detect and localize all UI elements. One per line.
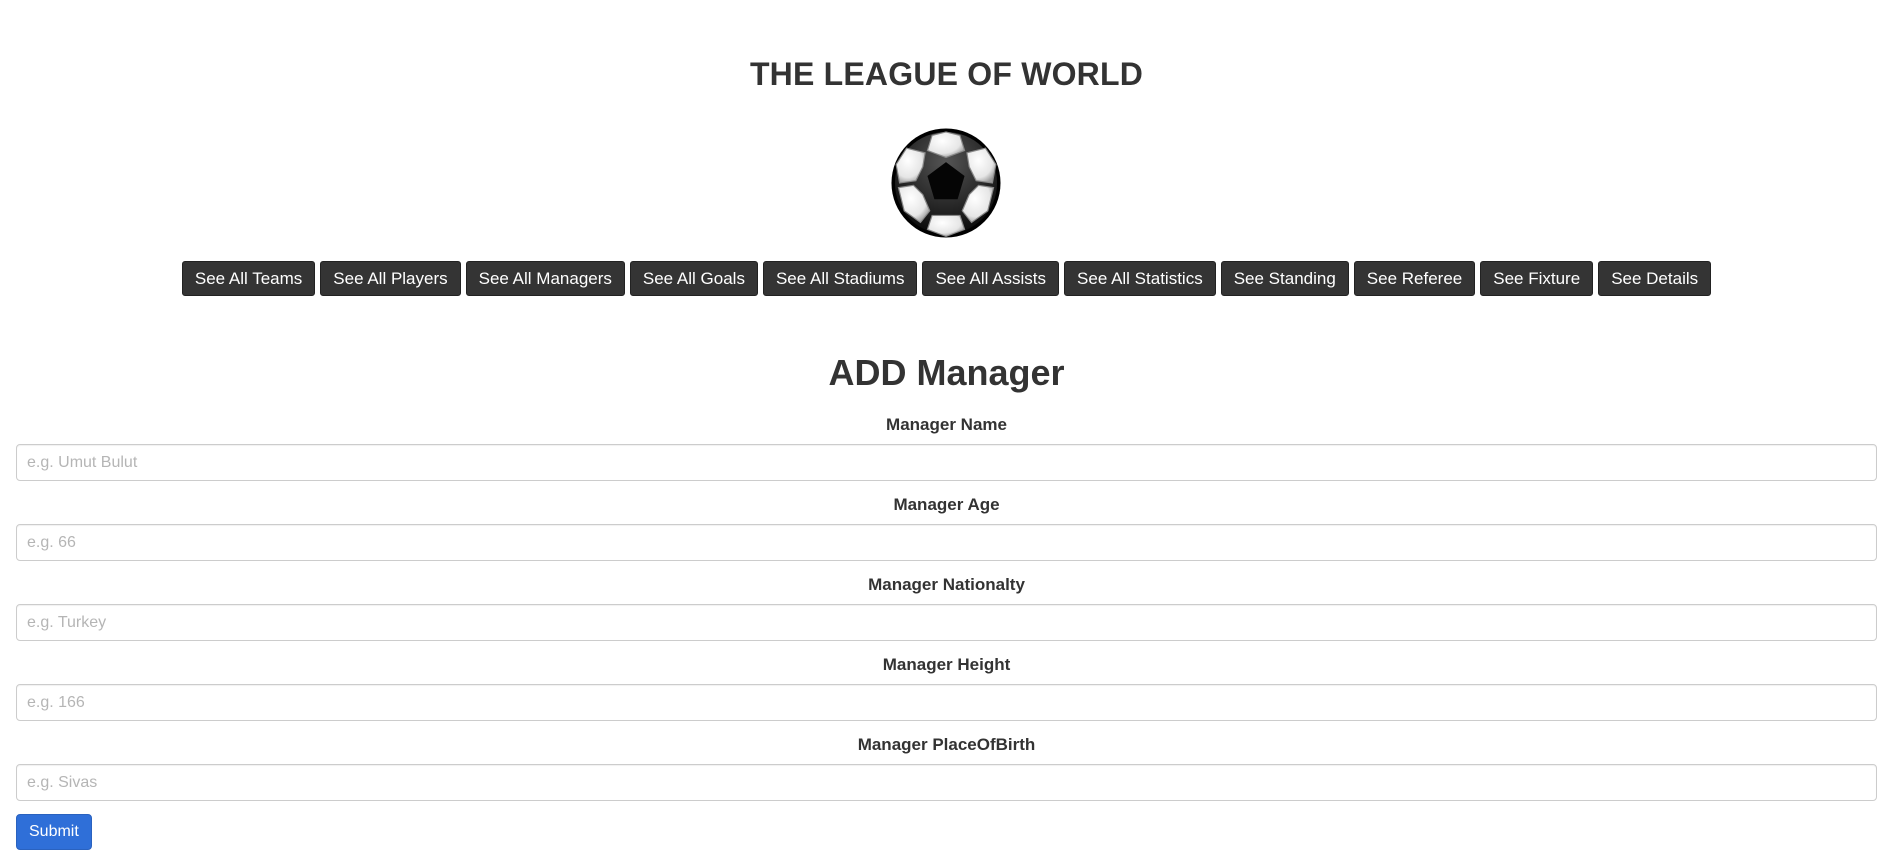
see-referee-button[interactable]: See Referee [1353, 261, 1476, 296]
manager-nationality-field: Manager Nationalty [16, 576, 1877, 656]
manager-name-field: Manager Name [16, 416, 1877, 496]
see-fixture-button[interactable]: See Fixture [1480, 261, 1594, 296]
nav-bar: See All Teams See All Players See All Ma… [0, 261, 1893, 296]
form-title: ADD Manager [828, 352, 1065, 393]
manager-nationality-label: Manager Nationalty [868, 575, 1025, 594]
see-details-button[interactable]: See Details [1598, 261, 1712, 296]
see-all-teams-button[interactable]: See All Teams [181, 261, 316, 296]
manager-age-label: Manager Age [893, 495, 1000, 514]
manager-age-input[interactable] [16, 524, 1877, 561]
manager-name-label: Manager Name [886, 415, 1007, 434]
soccer-ball-icon [888, 125, 1004, 241]
page: THE LEAGUE OF WORLD See All Teams See Al… [0, 0, 1893, 868]
see-all-goals-button[interactable]: See All Goals [629, 261, 758, 296]
manager-height-field: Manager Height [16, 656, 1877, 736]
submit-button[interactable]: Submit [16, 814, 92, 850]
manager-placeofbirth-label: Manager PlaceOfBirth [857, 735, 1036, 754]
see-standing-button[interactable]: See Standing [1220, 261, 1349, 296]
manager-placeofbirth-input[interactable] [16, 764, 1877, 801]
manager-name-input[interactable] [16, 444, 1877, 481]
manager-height-input[interactable] [16, 684, 1877, 721]
see-all-managers-button[interactable]: See All Managers [465, 261, 625, 296]
add-manager-form: Manager Name Manager Age Manager Nationa… [16, 416, 1877, 816]
site-title: THE LEAGUE OF WORLD [749, 56, 1144, 92]
manager-height-label: Manager Height [882, 655, 1011, 674]
see-all-assists-button[interactable]: See All Assists [922, 261, 1060, 296]
manager-placeofbirth-field: Manager PlaceOfBirth [16, 736, 1877, 816]
manager-nationality-input[interactable] [16, 604, 1877, 641]
see-all-players-button[interactable]: See All Players [320, 261, 461, 296]
manager-age-field: Manager Age [16, 496, 1877, 576]
see-all-stadiums-button[interactable]: See All Stadiums [762, 261, 918, 296]
see-all-statistics-button[interactable]: See All Statistics [1064, 261, 1216, 296]
